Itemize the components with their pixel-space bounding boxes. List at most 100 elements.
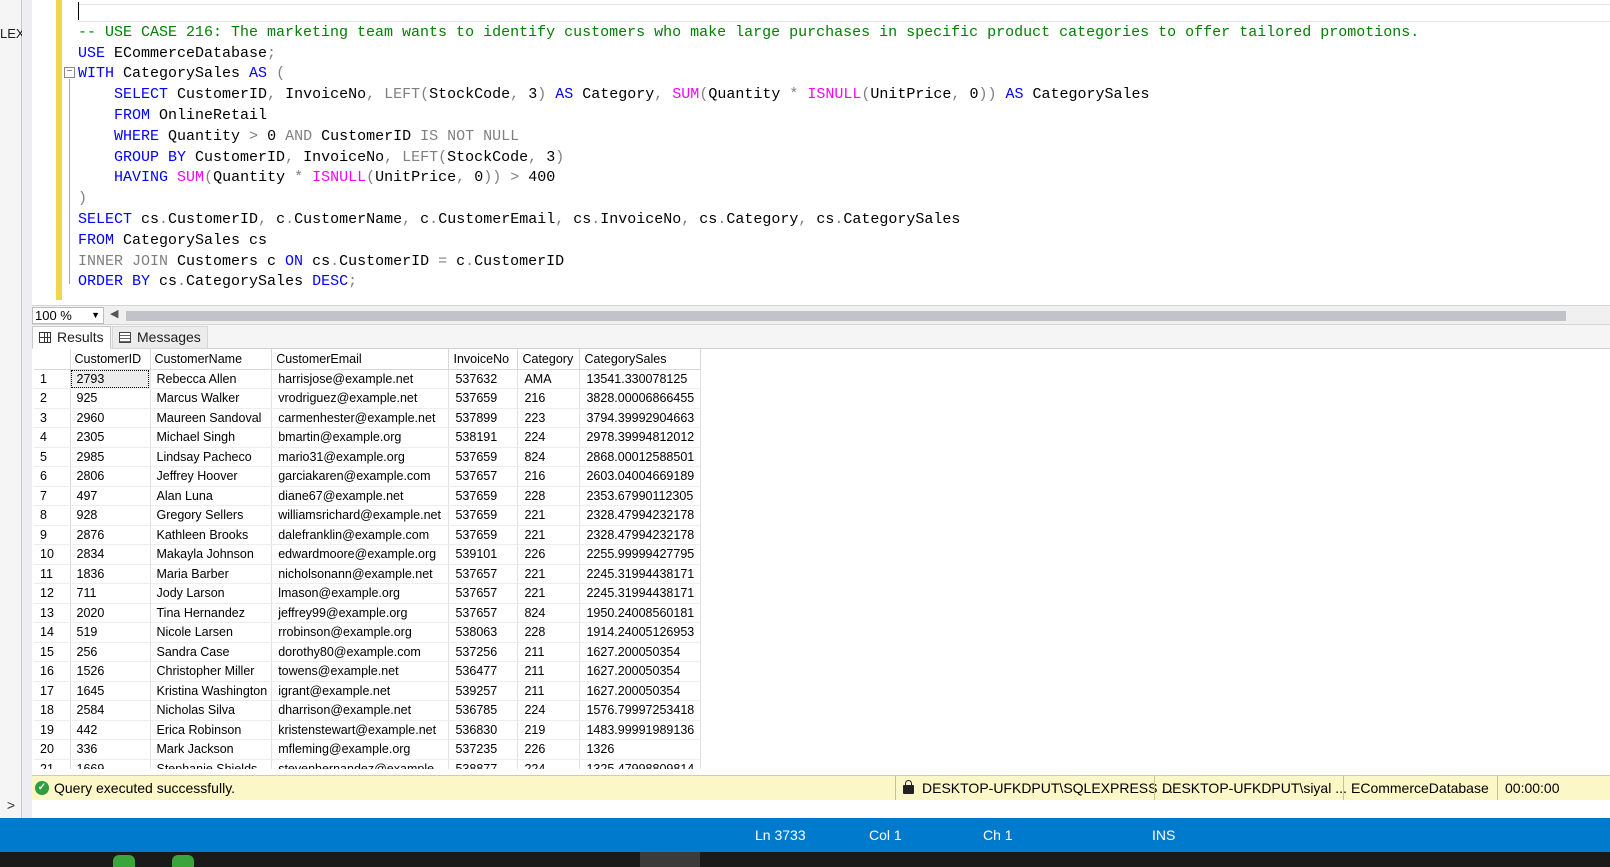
table-cell[interactable]: carmenhester@example.net <box>271 408 450 428</box>
row-number[interactable]: 12 <box>34 583 71 604</box>
table-cell[interactable]: 211 <box>517 642 581 662</box>
table-cell[interactable]: Gregory Sellers <box>150 505 273 526</box>
table-cell[interactable]: williamsrichard@example.net <box>271 505 450 526</box>
table-row[interactable]: 12 711 Jody Larson lmason@example.org 537657… <box>34 583 702 604</box>
table-cell[interactable]: Alan Luna <box>150 486 273 506</box>
table-cell[interactable]: Sandra Case <box>150 642 273 662</box>
code-line[interactable]: -- USE CASE 216: The marketing team want… <box>78 23 1610 44</box>
table-cell[interactable]: 13541.330078125 <box>579 369 702 389</box>
table-cell[interactable]: 711 <box>70 583 151 604</box>
row-number[interactable]: 19 <box>34 720 71 740</box>
table-cell[interactable]: 2245.31994438171 <box>579 583 702 604</box>
table-cell[interactable]: 211 <box>517 661 581 682</box>
table-cell[interactable]: 2305 <box>70 427 151 448</box>
table-cell[interactable]: 824 <box>517 603 581 623</box>
row-number[interactable]: 1 <box>34 369 71 389</box>
expand-panel-icon[interactable]: > <box>0 797 22 817</box>
table-cell[interactable]: 226 <box>517 544 581 565</box>
results-grid[interactable]: CustomerID CustomerName CustomerEmail Invoi… <box>34 349 1610 769</box>
table-cell[interactable]: 1576.79997253418 <box>579 700 702 721</box>
column-header[interactable]: CustomerName <box>150 349 273 370</box>
table-cell[interactable]: 539101 <box>448 544 519 565</box>
table-cell[interactable]: 216 <box>517 466 581 487</box>
table-cell[interactable]: 1914.24005126953 <box>579 622 702 643</box>
column-header[interactable] <box>34 349 71 370</box>
table-cell[interactable]: rrobinson@example.org <box>271 622 450 643</box>
table-cell[interactable]: AMA <box>517 369 581 389</box>
column-header[interactable]: Category <box>517 349 581 370</box>
table-cell[interactable]: 1627.200050354 <box>579 642 702 662</box>
code-line[interactable]: INNER JOIN Customers c ON cs.CustomerID … <box>78 252 1610 273</box>
table-cell[interactable]: 537657 <box>448 564 519 584</box>
table-cell[interactable]: 536477 <box>448 661 519 682</box>
table-cell[interactable]: dharrison@example.net <box>271 700 450 721</box>
table-cell[interactable]: Christopher Miller <box>150 661 273 682</box>
row-number[interactable]: 3 <box>34 408 71 428</box>
table-cell[interactable]: 536785 <box>448 700 519 721</box>
zoom-dropdown[interactable]: 100 % ▼ <box>32 307 104 324</box>
table-row[interactable]: 14 519 Nicole Larsen rrobinson@example.org 5… <box>34 622 702 643</box>
table-cell[interactable]: diane67@example.net <box>271 486 450 506</box>
table-row[interactable]: 7 497 Alan Luna diane67@example.net 537659 22… <box>34 486 702 506</box>
table-cell[interactable]: towens@example.net <box>271 661 450 682</box>
column-header[interactable]: CustomerID <box>70 349 151 370</box>
table-cell[interactable]: Kristina Washington <box>150 681 273 701</box>
table-cell[interactable]: 1483.99991989136 <box>579 720 702 740</box>
table-row[interactable]: 8 928 Gregory Sellers williamsrichard@examp… <box>34 505 702 526</box>
table-cell[interactable]: 2020 <box>70 603 151 623</box>
table-cell[interactable]: 2328.47994232178 <box>579 525 702 545</box>
table-cell[interactable]: 228 <box>517 622 581 643</box>
code-line[interactable]: USE ECommerceDatabase; <box>78 44 1610 65</box>
table-cell[interactable]: 537659 <box>448 388 519 409</box>
row-number[interactable]: 5 <box>34 447 71 467</box>
row-number[interactable]: 16 <box>34 661 71 682</box>
scroll-left-icon[interactable]: ◀ <box>110 307 118 320</box>
taskbar-app-icon[interactable] <box>172 855 194 867</box>
table-cell[interactable]: Rebecca Allen <box>150 369 273 389</box>
table-cell[interactable]: mfleming@example.org <box>271 739 450 760</box>
table-cell[interactable]: 221 <box>517 583 581 604</box>
table-cell[interactable]: igrant@example.net <box>271 681 450 701</box>
code-line[interactable]: FROM OnlineRetail <box>78 106 1610 127</box>
code-line[interactable]: GROUP BY CustomerID, InvoiceNo, LEFT(Sto… <box>78 148 1610 169</box>
table-cell[interactable]: Mark Jackson <box>150 739 273 760</box>
table-cell[interactable]: 2876 <box>70 525 151 545</box>
table-cell[interactable]: Maureen Sandoval <box>150 408 273 428</box>
table-row[interactable]: 10 2834 Makayla Johnson edwardmoore@example… <box>34 544 702 565</box>
chevron-down-icon[interactable]: ▼ <box>91 308 100 323</box>
horizontal-scrollbar-thumb[interactable] <box>126 311 1566 321</box>
tab-results[interactable]: Results <box>32 326 111 349</box>
table-cell[interactable]: Kathleen Brooks <box>150 525 273 545</box>
row-number[interactable]: 4 <box>34 427 71 448</box>
table-cell[interactable]: nicholsonann@example.net <box>271 564 450 584</box>
table-cell[interactable]: kristenstewart@example.net <box>271 720 450 740</box>
table-row[interactable]: 6 2806 Jeffrey Hoover garciakaren@example.c… <box>34 466 702 487</box>
code-line[interactable]: ORDER BY cs.CategorySales DESC; <box>78 272 1610 293</box>
table-cell[interactable]: 537657 <box>448 603 519 623</box>
table-cell[interactable]: 537659 <box>448 525 519 545</box>
row-number[interactable]: 11 <box>34 564 71 584</box>
table-cell[interactable]: Nicholas Silva <box>150 700 273 721</box>
table-cell[interactable]: garciakaren@example.com <box>271 466 450 487</box>
table-cell[interactable]: 538877 <box>448 759 519 769</box>
table-row[interactable]: 5 2985 Lindsay Pacheco mario31@example.org 5… <box>34 447 702 467</box>
collapse-region-icon[interactable]: − <box>64 67 75 78</box>
table-cell[interactable]: 536830 <box>448 720 519 740</box>
table-row[interactable]: 21 1669 Stephanie Shields stevenhernandez@e… <box>34 759 702 769</box>
row-number[interactable]: 18 <box>34 700 71 721</box>
table-cell[interactable]: 824 <box>517 447 581 467</box>
table-cell[interactable]: 537657 <box>448 583 519 604</box>
table-cell[interactable]: 928 <box>70 505 151 526</box>
table-cell[interactable]: 221 <box>517 505 581 526</box>
table-cell[interactable]: bmartin@example.org <box>271 427 450 448</box>
table-cell[interactable]: 537899 <box>448 408 519 428</box>
table-cell[interactable]: 223 <box>517 408 581 428</box>
table-cell[interactable]: 1325.47998809814 <box>579 759 702 769</box>
table-cell[interactable]: 537256 <box>448 642 519 662</box>
table-cell[interactable]: 219 <box>517 720 581 740</box>
table-cell[interactable]: 2603.04004669189 <box>579 466 702 487</box>
sql-code[interactable]: -- USE CASE 216: The marketing team want… <box>78 2 1610 293</box>
table-cell[interactable]: 1836 <box>70 564 151 584</box>
table-cell[interactable]: 537235 <box>448 739 519 760</box>
table-cell[interactable]: 3794.39992904663 <box>579 408 702 428</box>
